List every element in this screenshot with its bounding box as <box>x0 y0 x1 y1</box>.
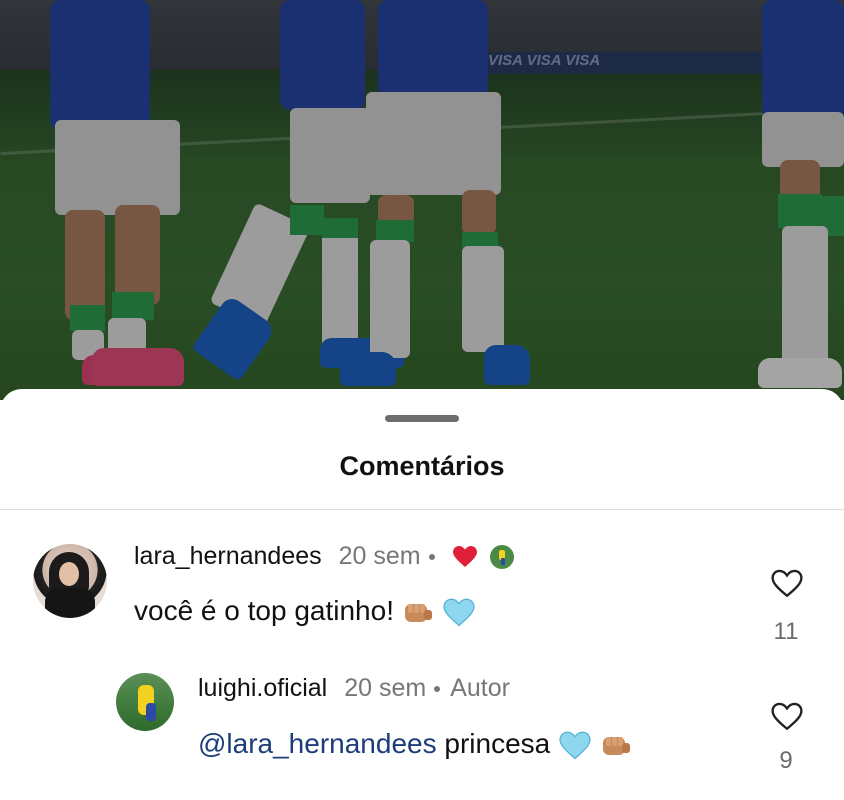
light-blue-heart-emoji <box>559 731 591 759</box>
like-count: 11 <box>773 618 799 645</box>
comments-sheet: Comentários lara_hernandees 20 sem você … <box>0 389 844 800</box>
comment-header: lara_hernandees 20 sem <box>134 542 515 571</box>
oncoming-fist-emoji <box>602 736 630 755</box>
reply-avatar[interactable] <box>116 673 174 731</box>
light-blue-heart-emoji <box>442 598 475 626</box>
author-badge: Autor <box>450 674 510 702</box>
avatar[interactable] <box>33 544 107 618</box>
separator-dot <box>428 554 435 561</box>
sheet-title: Comentários <box>339 451 505 481</box>
comment-text-row: você é o top gatinho! <box>134 595 476 628</box>
reply-time: 20 sem <box>344 674 427 702</box>
reply-text: princesa <box>444 728 551 759</box>
header-divider <box>0 509 844 510</box>
heart-outline-icon[interactable] <box>770 567 804 601</box>
comment-text: você é o top gatinho! <box>134 595 394 626</box>
reply-header: luighi.oficial 20 sem Autor <box>198 674 510 703</box>
sheet-drag-handle[interactable] <box>385 415 459 422</box>
heart-outline-icon[interactable] <box>770 700 804 734</box>
reply-text-row: @lara_hernandees princesa <box>198 728 632 761</box>
comment-username[interactable]: lara_hernandees <box>134 542 322 570</box>
author-avatar-mini-icon <box>489 545 514 570</box>
red-heart-icon <box>452 546 477 568</box>
reply-username[interactable]: luighi.oficial <box>198 674 327 702</box>
post-photo: VISA VISA VISA <box>0 0 844 400</box>
reply-mention[interactable]: @lara_hernandees <box>198 728 437 759</box>
photo-dim-overlay <box>0 0 844 400</box>
oncoming-fist-emoji <box>404 603 432 622</box>
separator-dot <box>434 686 441 693</box>
reply-like-count: 9 <box>779 747 793 774</box>
comment-time: 20 sem <box>338 542 421 570</box>
